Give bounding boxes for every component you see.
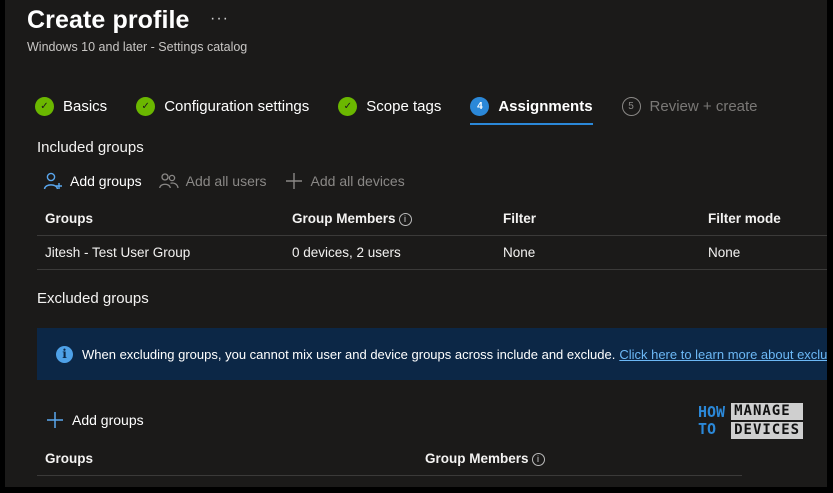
column-header-groups[interactable]: Groups bbox=[45, 202, 93, 236]
column-header-group-members[interactable]: Group Members i bbox=[292, 202, 412, 236]
excluded-groups-table: Groups Group Members i bbox=[37, 442, 742, 476]
group-name-cell: Jitesh - Test User Group bbox=[45, 245, 191, 260]
tab-assignments[interactable]: 4 Assignments bbox=[470, 93, 593, 125]
tab-scope-tags[interactable]: ✓ Scope tags bbox=[338, 93, 441, 119]
add-all-users-button[interactable]: Add all users bbox=[158, 172, 267, 190]
more-options-icon[interactable]: ··· bbox=[210, 10, 229, 28]
step-label: Configuration settings bbox=[164, 97, 310, 115]
add-excluded-groups-button[interactable]: Add groups bbox=[45, 411, 144, 429]
learn-more-link[interactable]: Click here to learn more about excluding… bbox=[619, 347, 827, 362]
info-icon[interactable]: i bbox=[531, 452, 545, 466]
included-actions-toolbar: Add groups Add all users Add all devices bbox=[43, 172, 422, 190]
info-icon[interactable]: i bbox=[398, 212, 412, 226]
table-row[interactable]: Jitesh - Test User Group 0 devices, 2 us… bbox=[37, 236, 827, 270]
group-members-cell: 0 devices, 2 users bbox=[292, 245, 401, 260]
plus-icon bbox=[45, 411, 65, 429]
wizard-steps: ✓ Basics ✓ Configuration settings ✓ Scop… bbox=[35, 93, 787, 125]
page-title: Create profile bbox=[27, 6, 190, 34]
add-all-devices-button[interactable]: Add all devices bbox=[284, 172, 405, 190]
table-header: Groups Group Members i Filter Filter mode bbox=[37, 202, 827, 236]
checkmark-icon: ✓ bbox=[136, 96, 156, 116]
users-icon bbox=[158, 172, 179, 190]
column-header-group-members[interactable]: Group Members i bbox=[425, 442, 545, 476]
info-icon: i bbox=[56, 345, 73, 363]
plus-icon bbox=[284, 172, 304, 190]
step-label: Scope tags bbox=[366, 97, 442, 115]
filter-mode-cell: None bbox=[708, 245, 741, 260]
excluded-actions-toolbar: Add groups bbox=[45, 411, 161, 429]
add-all-users-label: Add all users bbox=[185, 173, 267, 189]
tab-review-create[interactable]: 5 Review + create bbox=[621, 93, 758, 119]
included-groups-table: Groups Group Members i Filter Filter mode… bbox=[37, 202, 827, 270]
step-label: Assignments bbox=[498, 97, 593, 115]
tab-basics[interactable]: ✓ Basics bbox=[35, 93, 107, 119]
table-header: Groups Group Members i bbox=[37, 442, 742, 476]
column-header-filter-mode[interactable]: Filter mode bbox=[708, 202, 781, 236]
add-groups-label: Add groups bbox=[70, 173, 142, 189]
step-number-icon: 4 bbox=[470, 96, 490, 116]
column-header-filter[interactable]: Filter bbox=[503, 202, 536, 236]
info-banner-text: When excluding groups, you cannot mix us… bbox=[82, 346, 616, 362]
info-banner: i When excluding groups, you cannot mix … bbox=[37, 328, 827, 380]
step-label: Review + create bbox=[649, 97, 758, 115]
step-number-icon: 5 bbox=[621, 96, 641, 116]
create-profile-panel: Create profile ··· Windows 10 and later … bbox=[3, 0, 830, 490]
included-groups-heading: Included groups bbox=[37, 139, 144, 156]
step-label: Basics bbox=[63, 97, 108, 115]
page-subtitle: Windows 10 and later - Settings catalog bbox=[27, 40, 248, 54]
add-user-icon bbox=[43, 172, 63, 190]
filter-cell[interactable]: None bbox=[503, 236, 535, 270]
excluded-groups-heading: Excluded groups bbox=[37, 290, 149, 307]
add-groups-label: Add groups bbox=[72, 412, 144, 428]
add-all-devices-label: Add all devices bbox=[310, 173, 405, 189]
checkmark-icon: ✓ bbox=[338, 96, 358, 116]
howto-manage-devices-logo: HOW TO MANAGE DEVICES bbox=[698, 402, 804, 440]
tab-configuration-settings[interactable]: ✓ Configuration settings bbox=[136, 93, 309, 119]
add-groups-button[interactable]: Add groups bbox=[43, 172, 142, 190]
column-header-groups[interactable]: Groups bbox=[45, 442, 93, 476]
checkmark-icon: ✓ bbox=[35, 96, 54, 116]
